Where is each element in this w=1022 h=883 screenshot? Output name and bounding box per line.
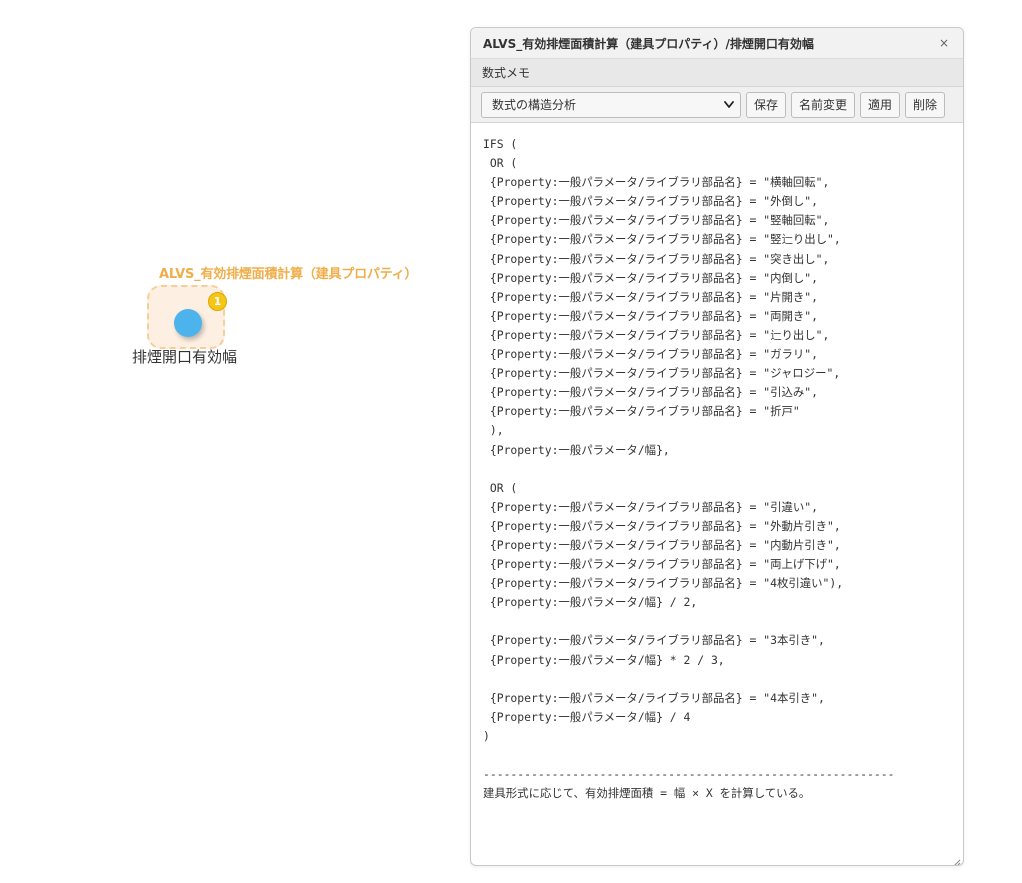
resize-grip-icon[interactable] [952,853,961,865]
save-button[interactable]: 保存 [746,91,787,118]
panel-titlebar[interactable]: ALVS_有効排煙面積計算（建具プロパティ）/排煙開口有効幅 × [471,28,963,59]
apply-button[interactable]: 適用 [860,91,901,118]
node-count-badge: 1 [208,292,227,311]
formula-memo-panel: ALVS_有効排煙面積計算（建具プロパティ）/排煙開口有効幅 × 数式メモ 数式… [470,27,964,866]
formula-editor[interactable]: IFS ( OR ( {Property:一般パラメータ/ライブラリ部品名} =… [471,123,963,865]
chevron-down-icon [724,93,734,126]
node-label[interactable]: 排煙開口有効幅 [132,346,237,367]
panel-title: ALVS_有効排煙面積計算（建具プロパティ）/排煙開口有効幅 [483,36,814,51]
formula-editor-text[interactable]: IFS ( OR ( {Property:一般パラメータ/ライブラリ部品名} =… [483,135,951,803]
rename-button[interactable]: 名前変更 [791,91,856,118]
close-icon[interactable]: × [935,34,953,52]
canvas: ALVS_有効排煙面積計算（建具プロパティ） 1 排煙開口有効幅 ALVS_有効… [0,0,1022,883]
memo-select[interactable]: 数式の構造分析 [481,91,741,118]
node-group-label[interactable]: ALVS_有効排煙面積計算（建具プロパティ） [159,263,418,282]
panel-toolbar: 数式の構造分析 保存 名前変更 適用 削除 [471,87,963,123]
delete-button[interactable]: 削除 [905,91,946,118]
node-port-dot[interactable] [174,309,202,337]
section-label: 数式メモ [471,59,963,87]
memo-select-value: 数式の構造分析 [492,97,577,112]
